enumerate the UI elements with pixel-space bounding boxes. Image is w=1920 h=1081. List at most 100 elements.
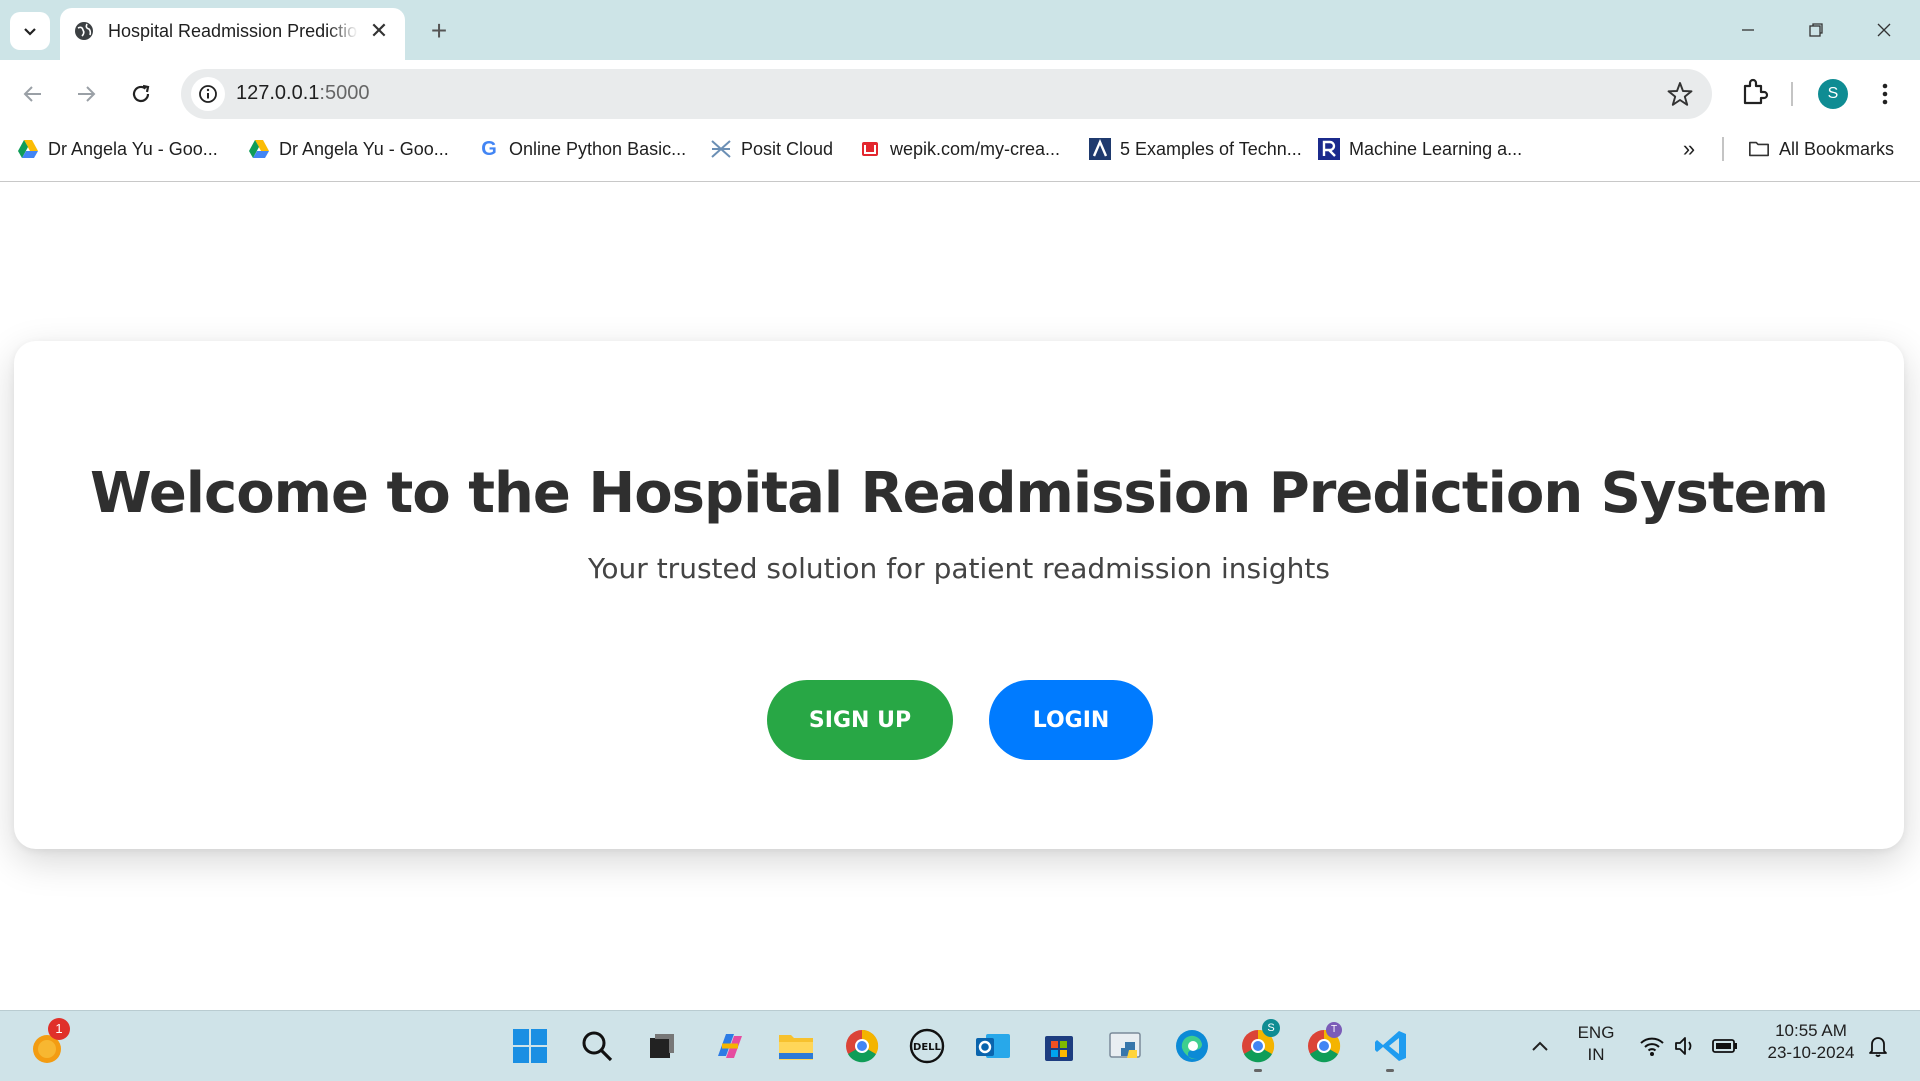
running-indicator: [1386, 1069, 1394, 1072]
bookmark-label: Posit Cloud: [741, 138, 834, 159]
r-logo-icon: [1318, 138, 1340, 160]
chrome-icon: [846, 1029, 879, 1063]
google-drive-icon: [248, 138, 270, 160]
address-bar[interactable]: 127.0.0.1:5000: [181, 69, 1712, 119]
profile-avatar[interactable]: S: [1818, 79, 1848, 109]
chrome-profile-s-badge: S: [1262, 1019, 1280, 1037]
toolbar-divider: [1791, 82, 1793, 106]
search-button[interactable]: [577, 1026, 617, 1066]
bookmarks-divider: [1722, 137, 1724, 161]
minimize-button[interactable]: [1728, 14, 1768, 46]
start-button[interactable]: [510, 1026, 550, 1066]
back-button[interactable]: [15, 76, 51, 112]
volume-status[interactable]: [1665, 1026, 1705, 1066]
running-indicator: [1254, 1069, 1262, 1072]
task-view-icon: [650, 1034, 674, 1058]
clock[interactable]: 10:55 AM 23-10-2024: [1756, 1020, 1866, 1064]
chrome-taskbar-button[interactable]: [842, 1026, 882, 1066]
url-port: :5000: [319, 82, 370, 104]
analytics-a-icon: [1089, 138, 1111, 160]
bookmark-label: Dr Angela Yu - Goo...: [279, 138, 449, 159]
bookmark-item[interactable]: 5 Examples of Techn...: [1089, 136, 1302, 162]
minimize-icon: [1742, 29, 1754, 31]
login-button[interactable]: LOGIN: [989, 680, 1153, 760]
task-view-button[interactable]: [642, 1026, 682, 1066]
bookmark-item[interactable]: Dr Angela Yu - Goo...: [17, 136, 218, 162]
arrow-left-icon: [23, 86, 41, 102]
battery-icon: [1712, 1039, 1737, 1053]
dell-logo-icon: DELL: [909, 1028, 945, 1064]
site-info-button[interactable]: [191, 77, 225, 111]
edge-icon: [1176, 1030, 1208, 1062]
bookmark-label: Machine Learning a...: [1349, 138, 1523, 159]
all-bookmarks-label: All Bookmarks: [1779, 138, 1895, 159]
google-drive-icon: [17, 138, 39, 160]
python-app-button[interactable]: [1106, 1026, 1146, 1066]
bookmark-item[interactable]: wepik.com/my-crea...: [859, 136, 1060, 162]
restore-button[interactable]: [1796, 14, 1836, 46]
vscode-button[interactable]: [1371, 1026, 1411, 1066]
posit-icon: [710, 138, 732, 160]
bookmark-item[interactable]: Posit Cloud: [710, 136, 833, 162]
file-explorer-button[interactable]: [776, 1026, 816, 1066]
bookmarks-overflow-chevron-icon[interactable]: »: [1676, 136, 1702, 162]
tab-active[interactable]: Hospital Readmission Prediction System ✕: [60, 8, 405, 60]
windows-logo-icon: [513, 1029, 547, 1063]
restore-icon: [1809, 23, 1823, 37]
browser-menu-button[interactable]: [1873, 78, 1897, 110]
region-text: IN: [1587, 1045, 1605, 1064]
url-text[interactable]: 127.0.0.1:5000: [236, 82, 369, 105]
tab-title: Hospital Readmission Prediction System: [108, 21, 358, 41]
svg-text:DELL: DELL: [913, 1042, 942, 1053]
close-window-button[interactable]: [1864, 14, 1904, 46]
globe-icon: [75, 22, 93, 40]
bookmark-star-icon[interactable]: [1666, 80, 1694, 108]
all-bookmarks-button[interactable]: All Bookmarks: [1748, 136, 1894, 162]
wifi-icon: [1640, 1037, 1664, 1056]
kebab-menu-icon: [1882, 83, 1888, 105]
time-text: 10:55 AM: [1775, 1021, 1847, 1040]
python-window-icon: [1109, 1032, 1141, 1058]
info-icon: [199, 85, 217, 103]
bookmark-label: 5 Examples of Techn...: [1120, 138, 1302, 159]
date-text: 23-10-2024: [1767, 1043, 1855, 1062]
tab-search-button[interactable]: [10, 12, 50, 50]
copilot-button[interactable]: [710, 1026, 750, 1066]
edge-button[interactable]: [1172, 1026, 1212, 1066]
chevron-down-icon: [24, 28, 36, 36]
tab-close-icon[interactable]: ✕: [366, 18, 392, 44]
tab-strip: Hospital Readmission Prediction System ✕…: [0, 0, 1920, 60]
show-hidden-icons-button[interactable]: [1520, 1026, 1560, 1066]
bookmark-item[interactable]: G Online Python Basic...: [478, 136, 686, 162]
store-icon: [1045, 1036, 1073, 1061]
wepik-icon: [859, 138, 881, 160]
bookmark-label: Dr Angela Yu - Goo...: [48, 138, 218, 159]
bookmark-item[interactable]: Dr Angela Yu - Goo...: [248, 136, 449, 162]
reload-button[interactable]: [123, 76, 159, 112]
bookmark-label: wepik.com/my-crea...: [890, 138, 1061, 159]
bookmark-label: Online Python Basic...: [509, 138, 687, 159]
url-host: 127.0.0.1: [236, 82, 320, 104]
extensions-puzzle-icon[interactable]: [1737, 76, 1771, 110]
page-title: Welcome to the Hospital Readmission Pred…: [90, 461, 1829, 526]
speaker-icon: [1675, 1037, 1692, 1055]
reload-icon: [132, 84, 150, 103]
page-subtitle: Your trusted solution for patient readmi…: [588, 552, 1330, 585]
copilot-icon: [718, 1034, 742, 1058]
dell-button[interactable]: DELL: [907, 1026, 947, 1066]
close-icon: [1877, 23, 1891, 37]
bookmark-item[interactable]: Machine Learning a...: [1318, 136, 1522, 162]
signup-button[interactable]: SIGN UP: [767, 680, 953, 760]
language-text: ENG: [1577, 1023, 1615, 1042]
battery-status[interactable]: [1705, 1026, 1745, 1066]
store-button[interactable]: [1039, 1026, 1079, 1066]
chevron-up-icon: [1532, 1041, 1548, 1051]
notifications-button[interactable]: [1858, 1026, 1898, 1066]
folder-icon: [1748, 138, 1770, 160]
input-language-indicator[interactable]: ENG IN: [1572, 1022, 1620, 1066]
notification-badge: 1: [48, 1018, 70, 1040]
new-tab-button[interactable]: +: [422, 14, 456, 48]
forward-button[interactable]: [68, 76, 104, 112]
search-icon: [582, 1031, 613, 1062]
outlook-button[interactable]: [973, 1026, 1013, 1066]
